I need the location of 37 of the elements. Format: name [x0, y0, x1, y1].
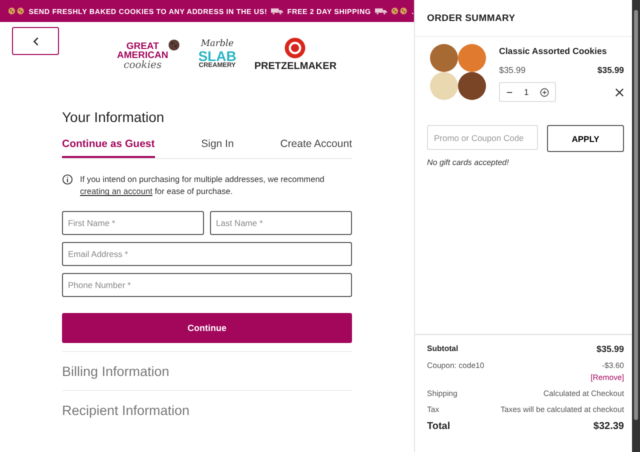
notice-text: If you intend on purchasing for multiple addresses, we recommend creating an account for ease of purchase.: [80, 173, 326, 198]
cookie-icon: [8, 7, 25, 15]
apply-button[interactable]: APPLY: [547, 125, 624, 152]
summary-value: $32.39: [593, 421, 624, 432]
input-field[interactable]: Last Name *: [210, 210, 352, 235]
input-field[interactable]: Phone Number *: [62, 272, 352, 297]
chevron-left-icon: [32, 36, 38, 46]
brand-logo: PRETZELMAKER: [254, 37, 337, 72]
summary-label: Total: [427, 421, 450, 432]
scrollbar[interactable]: [632, 0, 640, 452]
collapsed-section-heading[interactable]: Billing Information: [62, 350, 352, 390]
tab[interactable]: Continue as Guest: [62, 138, 155, 158]
back-button[interactable]: [12, 27, 59, 55]
product-name: Classic Assorted Cookies: [499, 46, 608, 56]
input-field[interactable]: First Name *: [62, 210, 204, 235]
quantity-stepper[interactable]: 1: [499, 82, 556, 102]
plus-icon[interactable]: [540, 88, 549, 96]
quantity-value: 1: [524, 87, 529, 97]
input-field[interactable]: Email Address *: [62, 242, 352, 266]
close-icon[interactable]: [615, 88, 624, 96]
continue-button[interactable]: Continue: [62, 312, 352, 343]
truck-icon: [374, 7, 387, 15]
line-total: $35.99: [597, 65, 624, 75]
section-title: Your Information: [62, 109, 166, 125]
tab[interactable]: Sign In: [201, 138, 234, 158]
cookies-photo: [428, 42, 488, 102]
brand-logo: GREAT AMERICAN cookies: [117, 38, 180, 70]
collapsed-section-heading[interactable]: Recipient Information: [62, 390, 352, 429]
truck-icon: [271, 7, 284, 15]
gift-card-note: No gift cards accepted!: [426, 157, 510, 169]
create-account-link[interactable]: creating an account: [80, 186, 152, 196]
summary-value: $35.99: [596, 344, 624, 354]
tab[interactable]: Create Account: [280, 138, 352, 158]
cookie-icon: [390, 7, 408, 15]
promo-code-field[interactable]: Promo or Coupon Code: [427, 125, 538, 150]
unit-price: $35.99: [499, 65, 526, 75]
info-icon: [62, 174, 73, 185]
